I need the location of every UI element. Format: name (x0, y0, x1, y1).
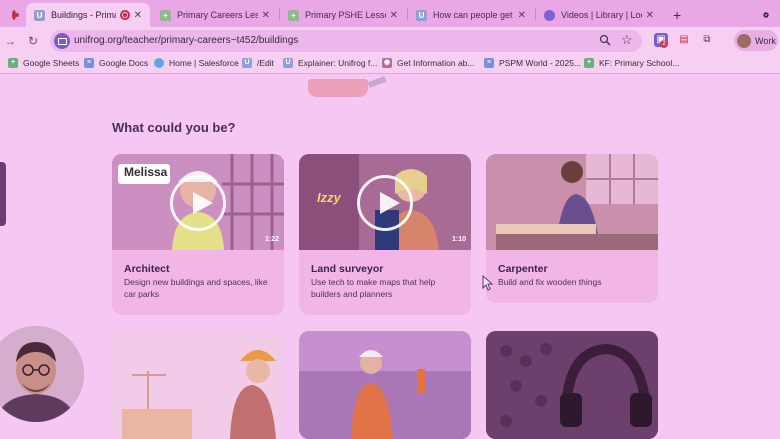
bookmark-label: Explainer: Unifrog f... (298, 58, 378, 68)
recording-extension-icon[interactable]: ▤ (677, 33, 691, 47)
tab-search-button[interactable] (755, 3, 777, 27)
bookmark-label: Google Docs (99, 58, 149, 68)
bookmark-google-sheets[interactable]: + Google Sheets (8, 58, 79, 68)
tab-pshe[interactable]: + Primary PSHE Lesson Pl ✕ (280, 3, 406, 27)
profile-label: Work (755, 35, 776, 46)
career-name: Architect (124, 263, 170, 275)
google-slides-favicon: + (288, 9, 299, 21)
career-description: Use tech to make maps that help builders… (311, 277, 436, 299)
close-tab-icon[interactable]: ✕ (134, 10, 142, 21)
play-icon[interactable] (170, 175, 226, 231)
bookmark-get-information[interactable]: ◉ Get Information ab... (382, 58, 474, 68)
tab-strip: U Buildings - Primary ✕ + Primary Career… (0, 0, 780, 27)
bookmark-label: Google Sheets (23, 58, 80, 68)
career-card-architect[interactable]: Melissa 1:22 Architect Design new buildi… (112, 154, 284, 315)
construction-worker-thumbnail[interactable] (112, 331, 284, 439)
sheets-icon: + (8, 58, 18, 68)
tab-title: Videos | Library | Loom (561, 10, 642, 20)
tab-recording-icon (119, 10, 130, 20)
navigation-bar: → ↻ unifrog.org/teacher/primary-careers~… (0, 27, 780, 55)
tab-title: Primary Careers Lesson (177, 10, 258, 20)
thumbnail-name-tag: Izzy (317, 190, 341, 205)
chevron-down-icon (763, 12, 769, 18)
unifrog-icon: U (283, 58, 293, 68)
reload-icon: ↻ (27, 34, 39, 48)
extension-badge: 2 (660, 40, 668, 48)
reload-button[interactable]: ↻ (25, 33, 41, 49)
bookmark-pspm-world[interactable]: ≡ PSPM World - 2025... (484, 58, 581, 68)
page-content: What could you be? Melissa 1:22 Architec… (0, 75, 780, 439)
bookmark-label: /Edit (257, 58, 275, 68)
plus-icon: + (673, 7, 682, 23)
recording-indicator (0, 3, 22, 27)
forward-button[interactable]: → (2, 33, 18, 49)
loom-favicon (544, 9, 555, 21)
bookmark-google-docs[interactable]: ≡ Google Docs (84, 58, 148, 68)
close-tab-icon[interactable]: ✕ (390, 10, 398, 21)
play-icon[interactable] (357, 175, 413, 231)
tab-loom[interactable]: Videos | Library | Loom ✕ (536, 3, 662, 27)
globe-icon: ◉ (382, 58, 392, 68)
decorative-banner (308, 79, 368, 97)
url-text: unifrog.org/teacher/primary-careers~t452… (74, 35, 299, 46)
career-description: Design new buildings and spaces, like ca… (124, 277, 268, 299)
docs-icon: ≡ (484, 58, 494, 68)
bookmark-kf-primary[interactable]: + KF: Primary School... (584, 58, 679, 68)
unifrog-icon: U (242, 58, 252, 68)
bookmark-label: Home | Salesforce (169, 58, 239, 68)
headphones-thumbnail[interactable] (486, 331, 658, 439)
tab-buildings[interactable]: U Buildings - Primary ✕ (26, 3, 150, 27)
new-tab-button[interactable]: + (665, 3, 687, 27)
unifrog-favicon: U (34, 9, 45, 21)
carpenter-thumbnail[interactable] (486, 154, 658, 250)
tab-title: How can people get fre (433, 10, 514, 20)
docs-icon: ≡ (84, 58, 94, 68)
career-card-row2-3[interactable] (486, 331, 658, 439)
tab-title: Buildings - Primary (51, 10, 116, 20)
google-slides-favicon: + (160, 9, 171, 21)
address-bar[interactable]: unifrog.org/teacher/primary-careers~t452… (50, 30, 642, 52)
zoom-icon[interactable] (599, 34, 611, 46)
career-card-row2-1[interactable] (112, 331, 284, 439)
field-surveyor-thumbnail[interactable] (299, 331, 471, 439)
extensions-puzzle-icon[interactable]: ⧉ (700, 33, 714, 47)
unifrog-favicon: U (416, 9, 427, 21)
career-card-carpenter[interactable]: Carpenter Build and fix wooden things (486, 154, 658, 303)
slides-icon: + (584, 58, 594, 68)
tab-how-can-people[interactable]: U How can people get fre ✕ (408, 3, 534, 27)
mouse-cursor-icon (482, 275, 494, 291)
avatar (737, 33, 751, 48)
side-panel-tab[interactable] (0, 162, 6, 226)
thumbnail-name-tag: Melissa (124, 165, 168, 179)
bookmark-edit[interactable]: U /Edit (242, 58, 274, 68)
career-name: Land surveyor (311, 263, 384, 275)
bookmark-explainer[interactable]: U Explainer: Unifrog f... (283, 58, 377, 68)
salesforce-icon (154, 58, 164, 68)
close-tab-icon[interactable]: ✕ (518, 10, 526, 21)
bookmark-label: Get Information ab... (397, 58, 475, 68)
close-tab-icon[interactable]: ✕ (646, 10, 654, 21)
bookmark-salesforce[interactable]: Home | Salesforce (154, 58, 239, 68)
career-card-row2-2[interactable] (299, 331, 471, 439)
decorative-stroke (367, 76, 387, 88)
section-title: What could you be? (112, 120, 236, 135)
bookmark-star-icon[interactable]: ☆ (621, 32, 633, 48)
profile-button[interactable]: Work (734, 30, 778, 51)
record-icon (12, 10, 19, 20)
career-name: Carpenter (498, 263, 548, 275)
career-card-land-surveyor[interactable]: Izzy 1:10 Land surveyor Use tech to make… (299, 154, 471, 315)
bookmarks-bar: + Google Sheets ≡ Google Docs Home | Sal… (0, 55, 780, 74)
tab-primary-careers[interactable]: + Primary Careers Lesson ✕ (152, 3, 278, 27)
close-tab-icon[interactable]: ✕ (262, 10, 270, 21)
arrow-right-icon: → (4, 34, 16, 48)
bookmark-label: PSPM World - 2025... (499, 58, 582, 68)
career-description: Build and fix wooden things (498, 277, 602, 287)
bookmark-label: KF: Primary School... (599, 58, 680, 68)
site-info-icon[interactable] (54, 33, 70, 49)
tab-title: Primary PSHE Lesson Pl (305, 10, 386, 20)
